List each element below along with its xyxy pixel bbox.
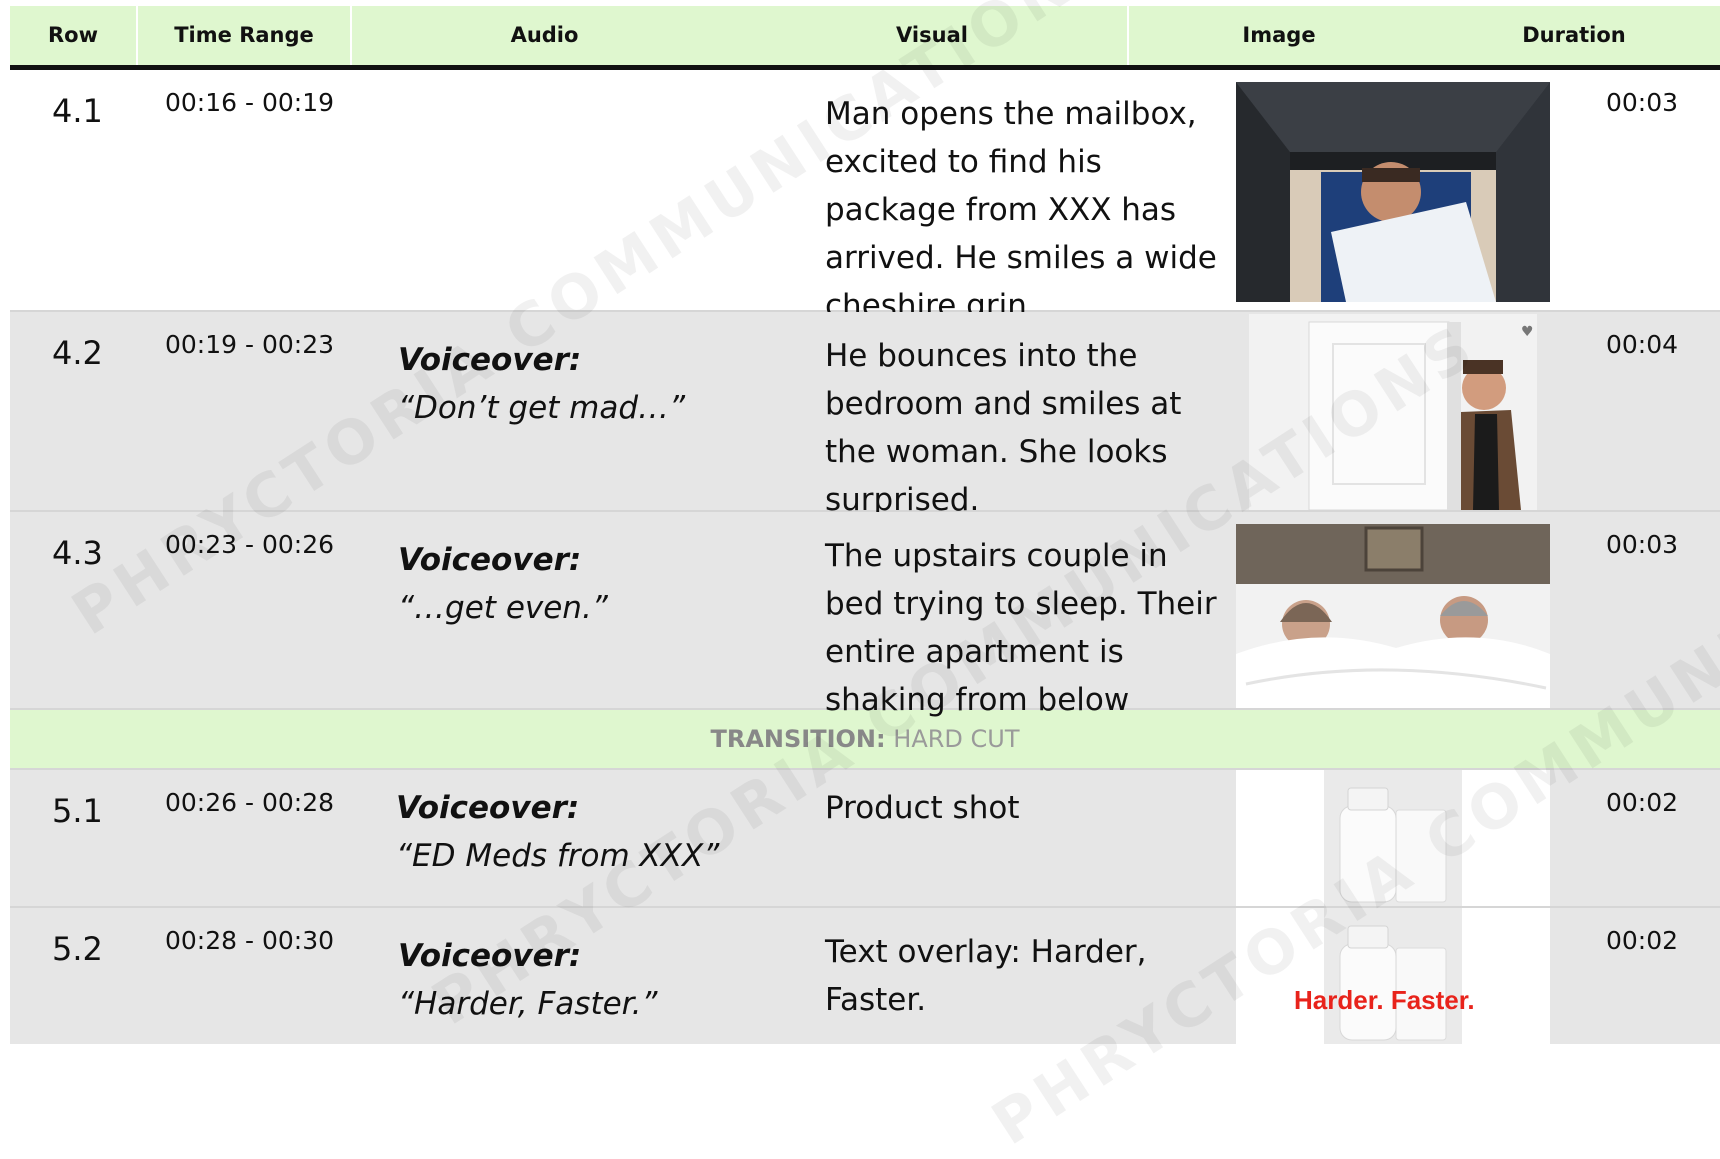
transition-label: TRANSITION: [710,725,886,753]
audio-label: Voiceover: [396,790,580,826]
time-range: 00:26 - 00:28 [165,788,335,817]
product-shot-image [1236,770,1550,906]
duration: 00:02 [1606,926,1679,955]
duration: 00:04 [1606,330,1679,359]
row-number: 5.1 [52,792,103,830]
header-audio: Audio [510,23,579,47]
audio-line: “…get even.” [398,590,608,626]
audio-label: Voiceover: [398,938,582,974]
table-row: 5.2 00:28 - 00:30 Voiceover: “Harder, Fa… [10,908,1720,1044]
audio-cell: Voiceover: “Don’t get mad…” [398,336,685,432]
audio-label: Voiceover: [398,542,582,578]
visual-description: The upstairs couple in bed trying to sle… [825,538,1217,718]
row-number: 4.3 [52,534,103,572]
svg-text:♥: ♥ [1521,324,1534,340]
visual-description: He bounces into the bedroom and smiles a… [825,338,1182,518]
table-row: 4.1 00:16 - 00:19 Man opens the mailbox,… [10,70,1720,324]
row-number: 4.1 [52,92,103,130]
row-number: 4.2 [52,334,103,372]
duration: 00:03 [1606,88,1679,117]
transition-value: HARD CUT [893,725,1020,753]
audio-line: “Don’t get mad…” [398,390,686,426]
duration: 00:02 [1606,788,1679,817]
mailbox-scene-image [1236,82,1550,302]
header-duration: Duration [1522,23,1626,47]
header-image: Image [1242,23,1316,47]
audio-line: “Harder, Faster.” [398,986,658,1022]
table-header: Row Time Range Audio Visual Image Durati… [10,6,1720,70]
audio-cell: Voiceover: “ED Meds from XXX” [396,784,719,880]
audio-cell: Voiceover: “Harder, Faster.” [398,932,658,1028]
couple-in-bed-image [1236,524,1550,708]
storyboard-table: Row Time Range Audio Visual Image Durati… [10,6,1720,1044]
visual-description: Product shot [825,790,1020,826]
time-range: 00:19 - 00:23 [165,330,335,359]
table-row: 5.1 00:26 - 00:28 Voiceover: “ED Meds fr… [10,770,1720,908]
header-visual: Visual [896,23,968,47]
header-time-range: Time Range [174,23,314,47]
image-overlay-text: Harder. Faster. [1294,985,1475,1015]
time-range: 00:16 - 00:19 [165,88,335,117]
duration: 00:03 [1606,530,1679,559]
row-number: 5.2 [52,930,103,968]
header-row: Row [48,23,98,47]
audio-label: Voiceover: [398,342,582,378]
time-range: 00:23 - 00:26 [165,530,335,559]
product-overlay-image: Harder. Faster. [1236,908,1550,1044]
audio-line: “ED Meds from XXX” [396,838,720,874]
visual-description: Text overlay: Harder, Faster. [825,934,1147,1018]
time-range: 00:28 - 00:30 [165,926,335,955]
visual-description: Man opens the mailbox, excited to find h… [825,96,1217,324]
bedroom-door-image: ♥ [1249,314,1537,510]
table-row: 4.2 00:19 - 00:23 Voiceover: “Don’t get … [10,312,1720,518]
audio-cell: Voiceover: “…get even.” [398,536,608,632]
table-row: 4.3 00:23 - 00:26 Voiceover: “…get even.… [10,512,1720,718]
